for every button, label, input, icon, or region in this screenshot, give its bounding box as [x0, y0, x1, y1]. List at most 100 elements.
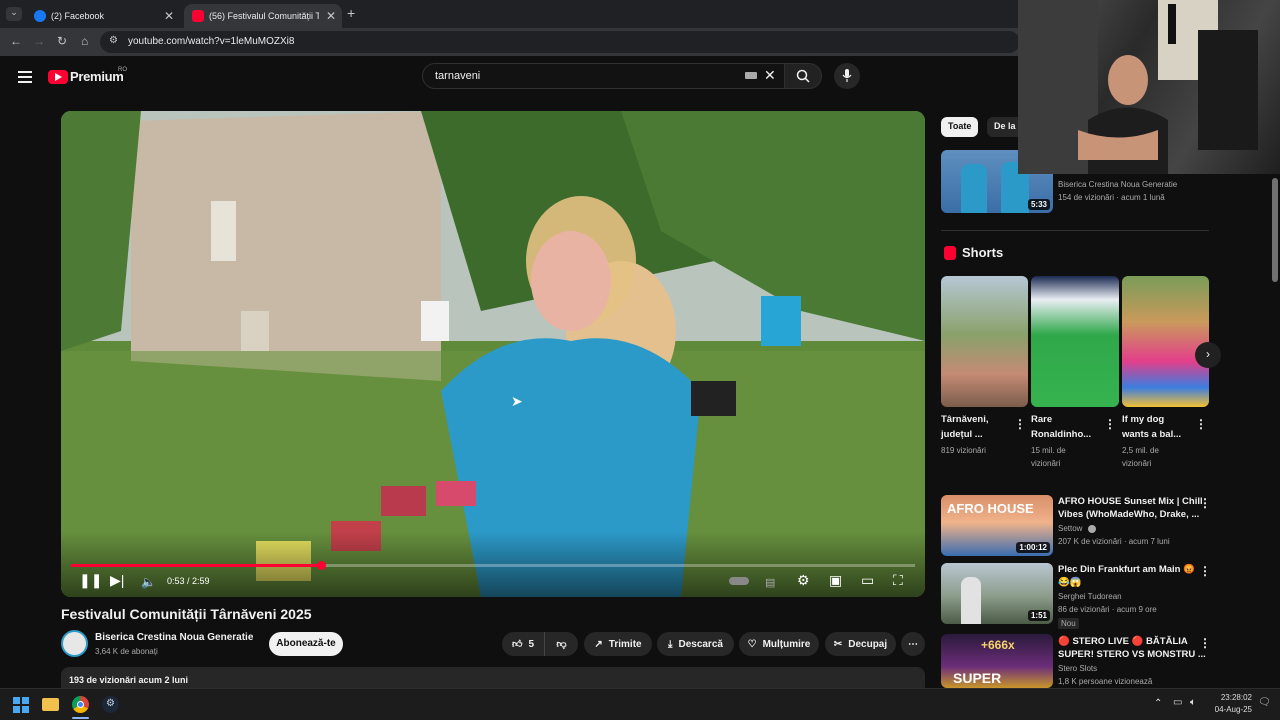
steam-icon[interactable]: ⚙ [102, 696, 119, 713]
progress-bar[interactable] [71, 561, 915, 570]
video-channel[interactable]: Settow [1058, 523, 1082, 535]
theater-mode-icon[interactable]: ▭ [861, 572, 874, 589]
subtitles-icon[interactable]: ▤ [765, 576, 775, 589]
active-app-indicator [72, 717, 89, 719]
clock-time[interactable]: 23:28:02 [1214, 693, 1252, 702]
time-display: 0:53 / 2:59 [167, 576, 210, 586]
site-info-icon[interactable]: ⚙ [109, 35, 118, 46]
new-badge: Nou [1058, 618, 1079, 629]
video-meta: 207 K de vizionări · acum 7 luni [1058, 537, 1170, 546]
autoplay-toggle[interactable] [729, 577, 749, 585]
more-icon[interactable]: ⋮ [1014, 417, 1026, 431]
clear-search-icon[interactable]: ✕ [764, 67, 776, 84]
video-thumbnail-frankfurt[interactable]: 1:51 [941, 563, 1053, 624]
thumbnail-text: +666x [981, 638, 1015, 652]
pause-icon[interactable]: ❚❚ [79, 572, 102, 589]
chip-all[interactable]: Toate [941, 117, 979, 137]
short-title[interactable]: If my dog [1122, 413, 1164, 426]
search-button[interactable] [784, 63, 822, 89]
download-button[interactable]: ⤓ Descarcă [657, 632, 734, 656]
video-title[interactable]: SUPER! STERO VS MONSTRU ... [1058, 648, 1206, 661]
dislike-button[interactable]: 👎︎ [544, 632, 578, 656]
video-title[interactable]: 🔴 STERO LIVE 🔴 BĂTĂLIA [1058, 635, 1188, 648]
tab-facebook[interactable]: (2) Facebook ✕ [26, 4, 180, 28]
like-button[interactable]: 👍︎ 5 [502, 632, 544, 656]
home-icon[interactable]: ⌂ [81, 34, 88, 48]
short-thumbnail-dog[interactable] [1122, 276, 1209, 407]
shorts-next-icon[interactable]: › [1195, 342, 1221, 368]
video-player[interactable]: ❚❚ ▶| 🔈 0:53 / 2:59 ▤ ⚙ ▣ ▭ ⛶ ➤ [61, 111, 925, 597]
volume-icon[interactable]: 🔈 [141, 575, 156, 589]
more-icon[interactable]: ⋮ [1199, 636, 1211, 650]
close-tab-icon[interactable]: ✕ [164, 9, 174, 23]
short-thumbnail-tarnaveni[interactable] [941, 276, 1028, 407]
share-button[interactable]: ↗ Trimite [584, 632, 652, 656]
subscribe-button[interactable]: Abonează-te [269, 632, 343, 656]
youtube-logo-icon[interactable] [48, 70, 68, 84]
youtube-logo-text[interactable]: Premium [70, 69, 124, 84]
clock-date[interactable]: 04-Aug-25 [1210, 705, 1252, 714]
network-icon[interactable]: ▭ [1173, 697, 1182, 708]
video-thumbnail-stero-live[interactable]: +666x SUPER [941, 634, 1053, 688]
settings-icon[interactable]: ⚙ [797, 572, 810, 589]
keyboard-icon[interactable] [745, 72, 757, 79]
video-channel[interactable]: Stero Slots [1058, 663, 1097, 675]
top-video-channel[interactable]: Biserica Crestina Noua Generatie [1058, 179, 1177, 191]
video-channel[interactable]: Serghei Tudorean [1058, 591, 1122, 603]
more-icon[interactable]: ⋮ [1199, 564, 1211, 578]
back-icon[interactable]: ← [10, 34, 22, 48]
more-icon[interactable]: ⋮ [1199, 496, 1211, 510]
video-thumbnail-afro-house[interactable]: AFRO HOUSE 1:00:12 [941, 495, 1053, 556]
short-title[interactable]: wants a bal... [1122, 428, 1181, 441]
video-title[interactable]: Vibes (WhoMadeWho, Drake, ... [1058, 508, 1199, 521]
short-thumbnail-ronaldinho[interactable] [1031, 276, 1119, 407]
volume-tray-icon[interactable]: 🔈︎ [1190, 697, 1196, 708]
omnibox[interactable]: ⚙ youtube.com/watch?v=1leMuMOZXi8 [100, 31, 1020, 53]
short-title[interactable]: Ronaldinho... [1031, 428, 1091, 441]
short-views: 2,5 mil. de [1122, 446, 1159, 455]
tab-search-button[interactable]: ⌄ [6, 7, 22, 21]
share-icon: ↗ [594, 638, 603, 650]
windows-start-icon[interactable] [13, 697, 29, 713]
video-duration: 1:00:12 [1016, 542, 1050, 553]
video-meta: 1,8 K persoane vizionează [1058, 677, 1153, 686]
short-title[interactable]: județul ... [941, 428, 983, 441]
thanks-button[interactable]: ♡ Mulțumire [739, 632, 819, 656]
channel-name[interactable]: Biserica Crestina Noua Generatie [95, 632, 253, 643]
verified-icon [1088, 525, 1096, 533]
next-video-icon[interactable]: ▶| [110, 572, 124, 589]
thanks-icon: ♡ [747, 638, 757, 650]
tab-facebook-label: (2) Facebook [51, 11, 105, 21]
notifications-icon[interactable]: 🗨︎ [1258, 697, 1271, 708]
short-title[interactable]: Rare [1031, 413, 1052, 426]
clip-button[interactable]: ✂ Decupaj [825, 632, 896, 656]
tray-overflow-icon[interactable]: ⌃ [1154, 698, 1162, 709]
video-title[interactable]: AFRO HOUSE Sunset Mix | Chill [1058, 495, 1203, 508]
forward-icon[interactable]: → [33, 34, 45, 48]
fullscreen-icon[interactable]: ⛶ [893, 572, 903, 589]
more-icon[interactable]: ⋮ [1195, 417, 1207, 431]
menu-icon[interactable] [18, 71, 32, 83]
miniplayer-icon[interactable]: ▣ [829, 572, 842, 589]
more-icon[interactable]: ⋮ [1104, 417, 1116, 431]
voice-search-button[interactable] [834, 63, 860, 89]
video-title[interactable]: Plec Din Frankfurt am Main 😡 [1058, 563, 1195, 576]
more-actions-button[interactable]: ⋯ [901, 632, 925, 656]
short-title[interactable]: Târnăveni, [941, 413, 989, 426]
tab-youtube-active[interactable]: (56) Festivalul Comunității T ✕ [184, 4, 342, 28]
short-views: vizionări [1122, 459, 1152, 468]
region-code: RO [118, 67, 127, 73]
shorts-heading: Shorts [962, 245, 1004, 260]
chrome-icon[interactable] [72, 696, 89, 713]
search-input[interactable]: tarnaveni ✕ [422, 63, 786, 89]
shorts-icon [944, 246, 956, 260]
new-tab-icon[interactable]: + [347, 5, 355, 21]
close-tab-icon[interactable]: ✕ [326, 9, 336, 23]
reload-icon[interactable]: ↻ [57, 34, 67, 48]
scrubber-handle[interactable] [316, 561, 326, 570]
page-scrollbar-thumb[interactable] [1272, 178, 1278, 282]
video-title[interactable]: 😂😱 [1058, 576, 1082, 589]
short-views: 15 mil. de [1031, 446, 1066, 455]
channel-avatar[interactable] [61, 630, 88, 657]
file-explorer-icon[interactable] [42, 698, 59, 711]
